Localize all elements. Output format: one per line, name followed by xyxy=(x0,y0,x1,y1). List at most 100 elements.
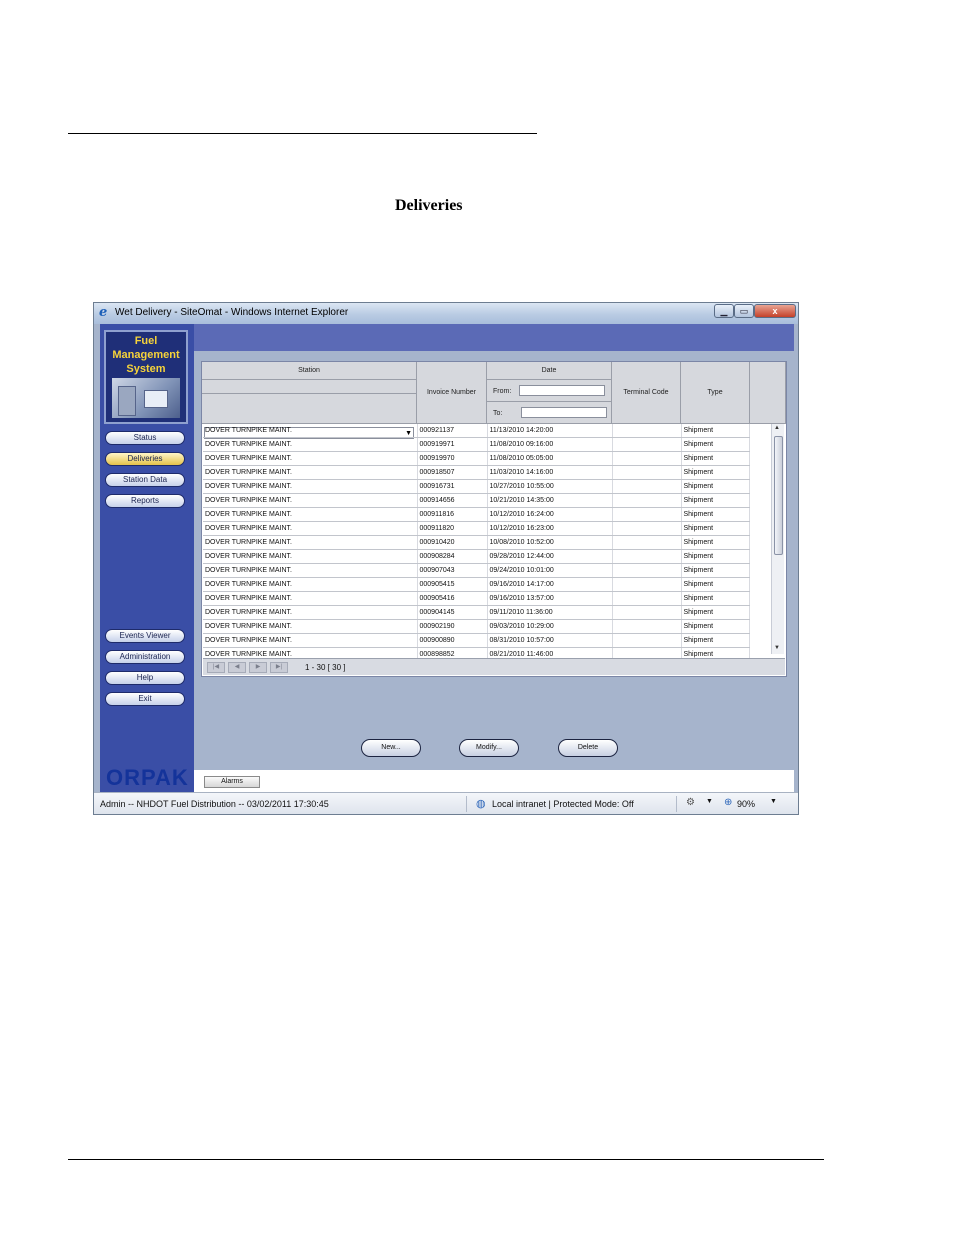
globe-icon: ◍ xyxy=(476,798,486,810)
cell-type: Shipment xyxy=(681,591,750,606)
table-row[interactable]: DOVER TURNPIKE MAINT. 000910420 10/08/2010… xyxy=(203,535,750,550)
app-logo: Fuel Management System xyxy=(104,330,188,424)
minimize-button[interactable]: ▁ xyxy=(714,304,734,318)
cell-type: Shipment xyxy=(681,493,750,508)
column-header-station[interactable]: Station xyxy=(202,362,417,380)
table-row[interactable]: DOVER TURNPIKE MAINT. 000900890 08/31/2010… xyxy=(203,633,750,648)
cell-terminal xyxy=(612,577,682,592)
session-status-text: Admin -- NHDOT Fuel Distribution -- 03/0… xyxy=(100,799,329,809)
table-row[interactable]: DOVER TURNPIKE MAINT. 000904145 09/11/2010… xyxy=(203,605,750,620)
cell-station: DOVER TURNPIKE MAINT. xyxy=(203,479,418,494)
nav-status-button[interactable]: Status xyxy=(105,431,185,445)
table-row[interactable]: DOVER TURNPIKE MAINT. 000921137 11/13/2010… xyxy=(203,424,750,438)
content-header-bar xyxy=(194,324,794,351)
cell-terminal xyxy=(612,507,682,522)
table-row[interactable]: DOVER TURNPIKE MAINT. 000914656 10/21/2010… xyxy=(203,493,750,508)
cell-station: DOVER TURNPIKE MAINT. xyxy=(203,605,418,620)
logo-line-3: System xyxy=(126,363,166,375)
table-row[interactable]: DOVER TURNPIKE MAINT. 000919971 11/08/2010… xyxy=(203,437,750,452)
cell-station: DOVER TURNPIKE MAINT. xyxy=(203,451,418,466)
page-heading: Deliveries xyxy=(395,197,463,214)
nav-help-button[interactable]: Help xyxy=(105,671,185,685)
nav-station-data-button[interactable]: Station Data xyxy=(105,473,185,487)
date-to-cell: To: xyxy=(487,402,612,424)
table-row[interactable]: DOVER TURNPIKE MAINT. 000919970 11/08/2010… xyxy=(203,451,750,466)
cell-invoice: 000919970 xyxy=(417,451,488,466)
cell-date: 11/08/2010 05:05:00 xyxy=(487,451,613,466)
nav-reports-button[interactable]: Reports xyxy=(105,494,185,508)
table-row[interactable]: DOVER TURNPIKE MAINT. 000905416 09/16/2010… xyxy=(203,591,750,606)
cell-terminal xyxy=(612,605,682,620)
alarms-button[interactable]: Alarms xyxy=(204,776,260,788)
table-row[interactable]: DOVER TURNPIKE MAINT. 000918507 11/03/2010… xyxy=(203,465,750,480)
nav-events-viewer-button[interactable]: Events Viewer xyxy=(105,629,185,643)
cell-terminal xyxy=(612,591,682,606)
nav-deliveries-button[interactable]: Deliveries xyxy=(105,452,185,466)
column-header-date[interactable]: Date xyxy=(487,362,612,380)
window-titlebar[interactable]: e Wet Delivery - SiteOmat - Windows Inte… xyxy=(94,303,798,324)
scrollbar-thumb[interactable] xyxy=(774,436,783,555)
table-row[interactable]: DOVER TURNPIKE MAINT. 000911820 10/12/2010… xyxy=(203,521,750,536)
cell-invoice: 000907043 xyxy=(417,563,488,578)
cell-invoice: 000905415 xyxy=(417,577,488,592)
cell-station: DOVER TURNPIKE MAINT. xyxy=(203,424,418,438)
scroll-down-arrow-icon[interactable]: ▼ xyxy=(774,645,780,651)
table-row[interactable]: DOVER TURNPIKE MAINT. 000907043 09/24/2010… xyxy=(203,563,750,578)
column-header-filler xyxy=(750,362,786,424)
table-row[interactable]: DOVER TURNPIKE MAINT. 000916731 10/27/2010… xyxy=(203,479,750,494)
column-header-invoice-number[interactable]: Invoice Number xyxy=(417,362,487,424)
chevron-down-icon[interactable]: ▼ xyxy=(706,798,713,805)
cell-invoice: 000904145 xyxy=(417,605,488,620)
table-row[interactable]: DOVER TURNPIKE MAINT. 000908284 09/28/2010… xyxy=(203,549,750,564)
vertical-scrollbar[interactable]: ▲ ▼ xyxy=(771,424,784,654)
cell-terminal xyxy=(612,424,682,438)
cell-date: 11/13/2010 14:20:00 xyxy=(487,424,613,438)
maximize-button[interactable]: ▭ xyxy=(734,304,754,318)
status-separator xyxy=(676,796,677,812)
cell-date: 10/27/2010 10:55:00 xyxy=(487,479,613,494)
cell-station: DOVER TURNPIKE MAINT. xyxy=(203,577,418,592)
pager-record-count: 1 - 30 [ 30 ] xyxy=(305,663,346,672)
close-button[interactable]: x xyxy=(754,304,796,318)
table-row[interactable]: DOVER TURNPIKE MAINT. 000911816 10/12/2010… xyxy=(203,507,750,522)
cell-invoice: 000908284 xyxy=(417,549,488,564)
zoom-icon[interactable]: ⊕ xyxy=(724,797,732,808)
pager-next-icon[interactable]: ▶ xyxy=(249,662,267,673)
scroll-up-arrow-icon[interactable]: ▲ xyxy=(774,425,780,431)
pager-previous-icon[interactable]: ◀ xyxy=(228,662,246,673)
cell-invoice: 000914656 xyxy=(417,493,488,508)
cell-date: 09/16/2010 13:57:00 xyxy=(487,591,613,606)
table-row[interactable]: DOVER TURNPIKE MAINT. 000905415 09/16/2010… xyxy=(203,577,750,592)
cell-date: 10/08/2010 10:52:00 xyxy=(487,535,613,550)
cell-station: DOVER TURNPIKE MAINT. xyxy=(203,521,418,536)
cell-type: Shipment xyxy=(681,437,750,452)
table-row[interactable]: DOVER TURNPIKE MAINT. 000902190 09/03/2010… xyxy=(203,619,750,634)
date-from-input[interactable] xyxy=(519,385,605,396)
column-header-terminal-code[interactable]: Terminal Code xyxy=(612,362,681,424)
alarms-bar: Alarms xyxy=(194,770,794,792)
chevron-down-icon[interactable]: ▼ xyxy=(770,798,777,805)
pager-first-icon[interactable]: |◀ xyxy=(207,662,225,673)
protected-mode-icon[interactable]: ⚙ xyxy=(686,797,695,808)
nav-exit-button[interactable]: Exit xyxy=(105,692,185,706)
date-to-input[interactable] xyxy=(521,407,607,418)
delete-button[interactable]: Delete xyxy=(558,739,618,757)
top-horizontal-rule xyxy=(68,133,537,134)
cell-terminal xyxy=(612,521,682,536)
cell-station: DOVER TURNPIKE MAINT. xyxy=(203,493,418,508)
pager-last-icon[interactable]: ▶| xyxy=(270,662,288,673)
deliveries-table: DOVER TURNPIKE MAINT. 000921137 11/13/2010… xyxy=(203,424,750,662)
zoom-level[interactable]: 90% xyxy=(737,799,755,809)
cell-type: Shipment xyxy=(681,605,750,620)
cell-invoice: 000918507 xyxy=(417,465,488,480)
cell-invoice: 000919971 xyxy=(417,437,488,452)
modify-button[interactable]: Modify... xyxy=(459,739,519,757)
cell-date: 10/12/2010 16:24:00 xyxy=(487,507,613,522)
new-button[interactable]: New... xyxy=(361,739,421,757)
station-filter-cell: ▼ xyxy=(202,394,417,439)
security-zone-text[interactable]: Local intranet | Protected Mode: Off xyxy=(492,799,634,809)
monitor-graphic xyxy=(144,390,168,408)
nav-administration-button[interactable]: Administration xyxy=(105,650,185,664)
column-header-type[interactable]: Type xyxy=(681,362,750,424)
cell-type: Shipment xyxy=(681,633,750,648)
